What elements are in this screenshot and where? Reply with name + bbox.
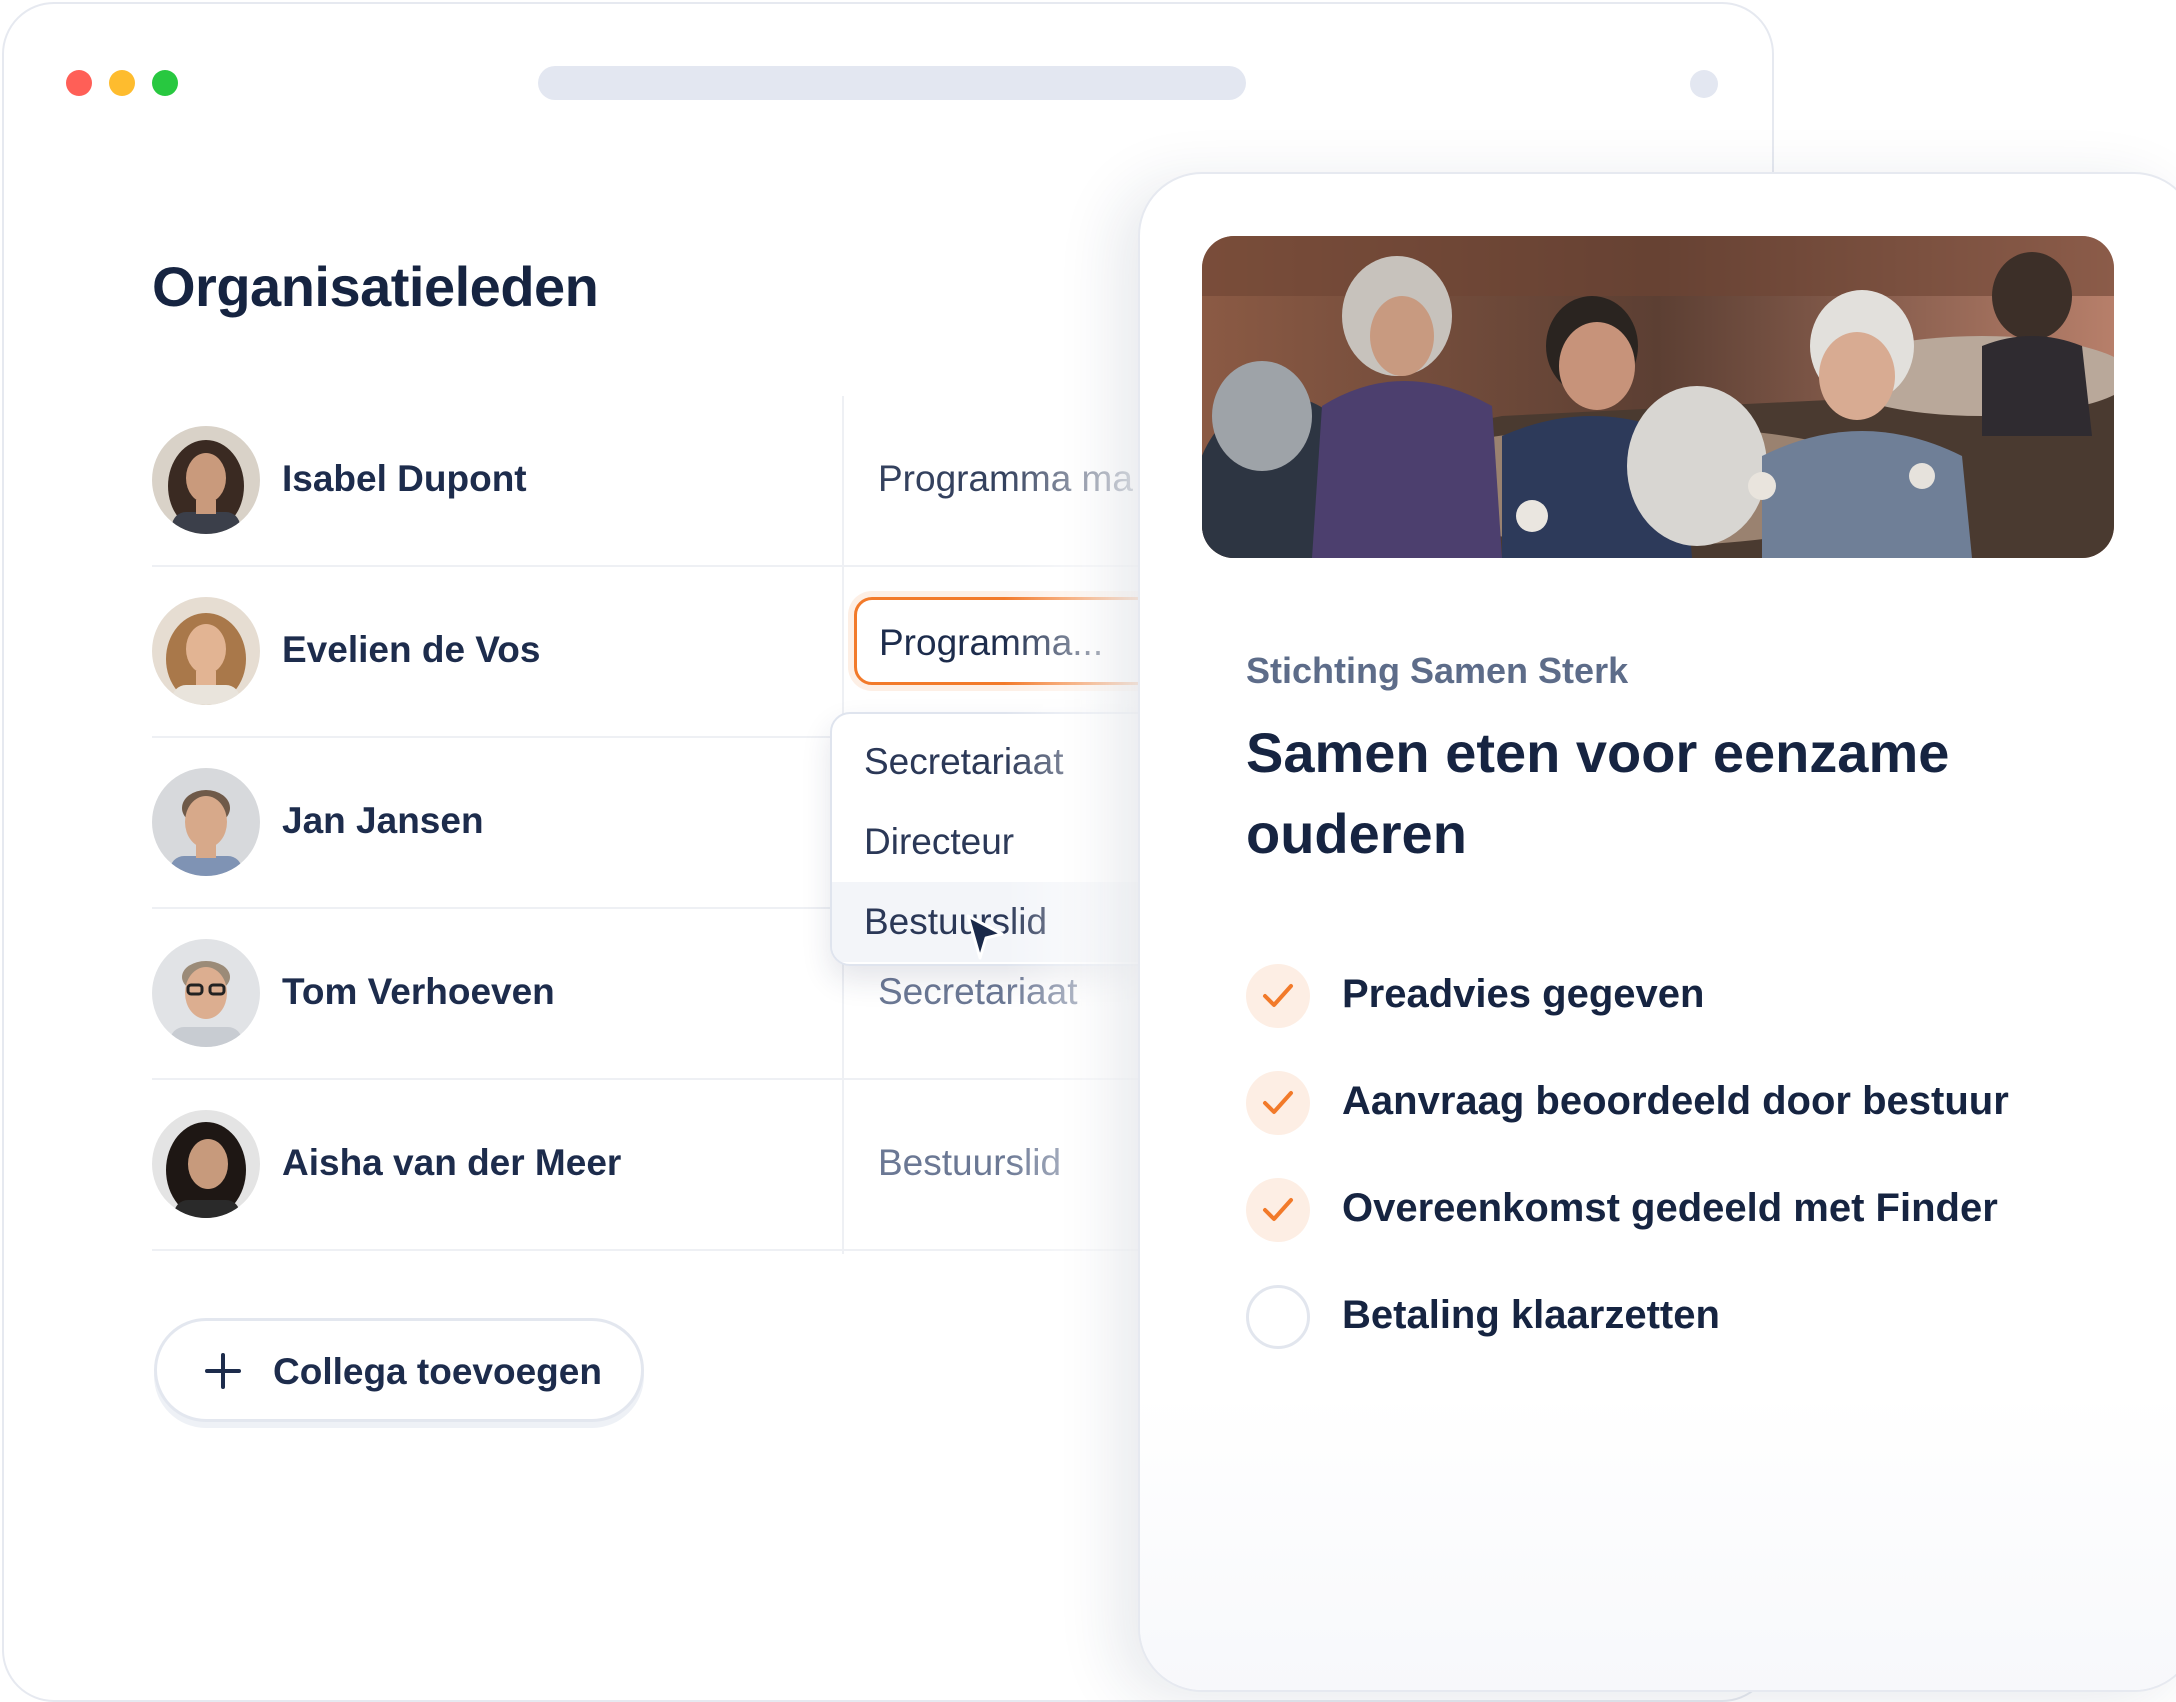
cursor-icon — [966, 914, 1004, 960]
step-status — [1246, 964, 1310, 1028]
step-label: Betaling klaarzetten — [1342, 1293, 1720, 1337]
minimize-window-dot[interactable] — [109, 70, 135, 96]
avatar — [152, 939, 260, 1047]
member-name: Aisha van der Meer — [282, 1142, 622, 1183]
member-name: Evelien de Vos — [282, 629, 541, 670]
address-bar[interactable] — [538, 66, 1246, 100]
member-row[interactable]: Aisha van der Meer Bestuurslid — [152, 1080, 1152, 1251]
avatar — [152, 1110, 260, 1218]
member-row[interactable]: Isabel Dupont Programma ma — [152, 396, 1152, 567]
step-label: Aanvraag beoordeeld door bestuur — [1342, 1079, 2009, 1123]
check-icon — [1263, 1091, 1293, 1114]
project-title: Samen eten voor eenzame ouderen — [1246, 721, 1950, 865]
page-title: Organisatieleden — [152, 255, 599, 318]
member-name: Jan Jansen — [282, 800, 484, 841]
add-colleague-button[interactable]: Collega toevoegen — [154, 1318, 644, 1422]
step-status — [1246, 1071, 1310, 1135]
member-name: Isabel Dupont — [282, 458, 527, 499]
add-colleague-label: Collega toevoegen — [273, 1351, 602, 1392]
avatar — [152, 768, 260, 876]
step-status-empty[interactable] — [1246, 1285, 1310, 1349]
step-status — [1246, 1178, 1310, 1242]
project-photo — [1202, 236, 2114, 558]
member-name: Tom Verhoeven — [282, 971, 555, 1012]
maximize-window-dot[interactable] — [152, 70, 178, 96]
organization-name: Stichting Samen Sterk — [1246, 650, 1629, 691]
browser-menu-dot[interactable] — [1690, 70, 1718, 98]
check-icon — [1263, 1198, 1293, 1221]
step-label: Preadvies gegeven — [1342, 972, 1705, 1016]
project-card: Stichting Samen Sterk Samen eten voor ee… — [1138, 172, 2176, 1692]
avatar — [152, 426, 260, 534]
plus-icon — [205, 1353, 241, 1389]
check-icon — [1263, 984, 1293, 1007]
avatar — [152, 597, 260, 705]
close-window-dot[interactable] — [66, 70, 92, 96]
step-label: Overeenkomst gedeeld met Finder — [1342, 1186, 1998, 1230]
table-fade-overlay — [1004, 144, 1144, 1664]
card-bottom-tint — [1140, 1394, 2176, 1690]
